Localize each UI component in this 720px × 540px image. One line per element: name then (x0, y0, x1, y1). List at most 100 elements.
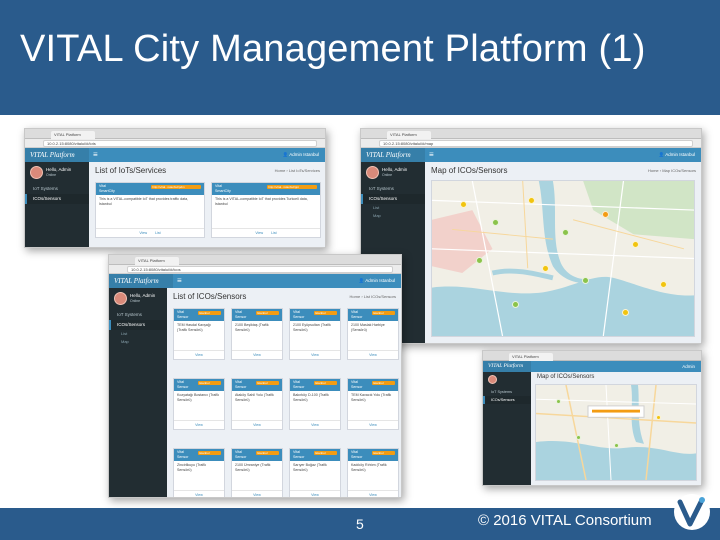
browser-tab[interactable]: VITAL Platform (387, 131, 431, 139)
sidebar-subitem-map[interactable]: Map (109, 338, 167, 346)
breadcrumb[interactable]: Home › List ICOs/Sensors (350, 294, 396, 299)
list-button[interactable]: List (271, 231, 277, 235)
sensor-map[interactable] (535, 384, 697, 481)
hamburger-icon[interactable]: ≡ (177, 276, 182, 286)
avatar (114, 292, 127, 305)
card-header-label: Vital Sensor (293, 380, 305, 389)
app-brand[interactable]: VITAL Platform (361, 148, 425, 162)
view-button[interactable]: View (311, 493, 319, 497)
page-title: Map of ICOs/Sensors (431, 166, 508, 175)
view-button[interactable]: View (311, 353, 319, 357)
card-header: Vital Sensor Istanbul (232, 309, 282, 321)
app-brand[interactable]: VITAL Platform (25, 148, 89, 162)
map-cluster-icon[interactable] (602, 211, 609, 218)
card-actions: View (348, 490, 398, 497)
breadcrumb[interactable]: Home › List IoTs/Services (275, 168, 320, 173)
card-tag: Istanbul (256, 451, 279, 455)
view-button[interactable]: View (369, 423, 377, 427)
card-header-label: Vital Sensor (177, 450, 189, 459)
map-cluster-icon[interactable] (632, 241, 639, 248)
map-cluster-icon[interactable] (542, 265, 549, 272)
sidebar-item-iot-systems[interactable]: IoT Systems (25, 184, 89, 194)
map-cluster-icon[interactable] (512, 301, 519, 308)
card-tag: http://vital...istanbul/pdm (151, 185, 201, 189)
view-button[interactable]: View (139, 231, 147, 235)
map-cluster-icon[interactable] (492, 219, 499, 226)
map-small-screenshot: VITAL Platform VITAL Platform Admin IoT … (482, 350, 702, 486)
card-actions: View (232, 420, 282, 429)
breadcrumb[interactable]: Home › Map ICOs/Sensors (648, 168, 696, 173)
map-cluster-icon[interactable] (582, 277, 589, 284)
sidebar-item-iot-systems[interactable]: IoT Systems (109, 310, 167, 320)
view-button[interactable]: View (253, 353, 261, 357)
url-field[interactable]: 10.0.2.15:8080/vitalui/#/map (379, 140, 693, 147)
user-menu[interactable]: Admin (682, 361, 695, 372)
view-button[interactable]: View (253, 493, 261, 497)
map-cluster-icon[interactable] (556, 399, 561, 404)
app-brand[interactable]: VITAL Platform (109, 274, 173, 288)
sidebar-subitem-list[interactable]: List (361, 204, 425, 212)
map-cluster-icon[interactable] (460, 201, 467, 208)
map-cluster-icon[interactable] (528, 197, 535, 204)
hamburger-icon[interactable]: ≡ (93, 150, 98, 160)
view-button[interactable]: View (195, 353, 203, 357)
map-cluster-icon[interactable] (562, 229, 569, 236)
card-tag: Istanbul (314, 451, 337, 455)
browser-tab[interactable]: VITAL Platform (135, 257, 179, 265)
sidebar-item-iot-systems[interactable]: IoT Systems (361, 184, 425, 194)
user-label: Admin Istanbul (289, 152, 319, 157)
url-field[interactable]: 10.0.2.15:8080/vitalui/#/iots (43, 140, 317, 147)
hamburger-icon[interactable]: ≡ (429, 150, 434, 160)
view-button[interactable]: View (369, 493, 377, 497)
card-description: Zincirlikuyu (Trafik Sensörü) (177, 463, 207, 472)
card-header-label: Vital Sensor (177, 310, 189, 319)
profile-status: Online (382, 173, 393, 177)
browser-tabbar: VITAL Platform (25, 129, 325, 144)
browser-tab[interactable]: VITAL Platform (51, 131, 95, 139)
map-cluster-icon[interactable] (476, 257, 483, 264)
map-cluster-icon[interactable] (660, 281, 667, 288)
map-cluster-icon[interactable] (622, 309, 629, 316)
view-button[interactable]: View (195, 493, 203, 497)
view-button[interactable]: View (253, 423, 261, 427)
url-field[interactable]: 10.0.2.15:8080/vitalui/#/icos (127, 266, 393, 273)
user-menu[interactable]: 👤 Admin Istanbul (659, 148, 695, 162)
sidebar-subitem-map[interactable]: Map (361, 212, 425, 220)
view-button[interactable]: View (255, 231, 263, 235)
sidebar-item-icos[interactable]: ICOs/Sensors (361, 194, 425, 204)
map-cluster-icon[interactable] (614, 443, 619, 448)
card-description: 2100 Ümraniye (Trafik Sensörü) (235, 463, 271, 472)
user-label: Admin Istanbul (365, 278, 395, 283)
sidebar-item-iot-systems[interactable]: IoT Systems (483, 388, 531, 396)
card-header-label: Vital SmartCity (215, 184, 231, 193)
card-header: Vital SmartCity http://vital...istanbul/… (212, 183, 320, 195)
map-cluster-icon[interactable] (656, 415, 661, 420)
card-header: Vital Sensor Istanbul (290, 449, 340, 461)
card-tag: Istanbul (198, 451, 221, 455)
list-button[interactable]: List (155, 231, 161, 235)
profile-status: Online (130, 299, 141, 303)
user-menu[interactable]: 👤 Admin Istanbul (283, 148, 319, 162)
user-menu[interactable]: 👤 Admin Istanbul (359, 274, 395, 288)
browser-tab[interactable]: VITAL Platform (509, 353, 553, 361)
card-header-label: Vital Sensor (177, 380, 189, 389)
card-description: 2100 Maslak Harbiye (Sensörü) (351, 323, 385, 332)
sensor-map[interactable] (431, 180, 695, 337)
sidebar-item-icos[interactable]: ICOs/Sensors (25, 194, 89, 204)
card-description: 2100 Beşiktaş (Trafik Sensörü) (235, 323, 269, 332)
user-panel: Hello, Admin Online (109, 288, 167, 310)
app-brand[interactable]: VITAL Platform (483, 361, 531, 372)
card-actions: View (232, 350, 282, 359)
card-actions: View (174, 350, 224, 359)
page-title: List of ICOs/Sensors (173, 292, 247, 301)
sidebar-item-icos[interactable]: ICOs/Sensors (483, 396, 531, 404)
app-header: VITAL Platform ≡ 👤 Admin Istanbul (109, 274, 401, 288)
card-header-label: Vital Sensor (235, 380, 247, 389)
view-button[interactable]: View (369, 353, 377, 357)
sidebar-item-icos[interactable]: ICOs/Sensors (109, 320, 167, 330)
view-button[interactable]: View (311, 423, 319, 427)
sensor-card: Vital Sensor Istanbul Sarıyer Boğaz (Trafi… (289, 448, 341, 497)
view-button[interactable]: View (195, 423, 203, 427)
sidebar-subitem-list[interactable]: List (109, 330, 167, 338)
map-cluster-icon[interactable] (576, 435, 581, 440)
